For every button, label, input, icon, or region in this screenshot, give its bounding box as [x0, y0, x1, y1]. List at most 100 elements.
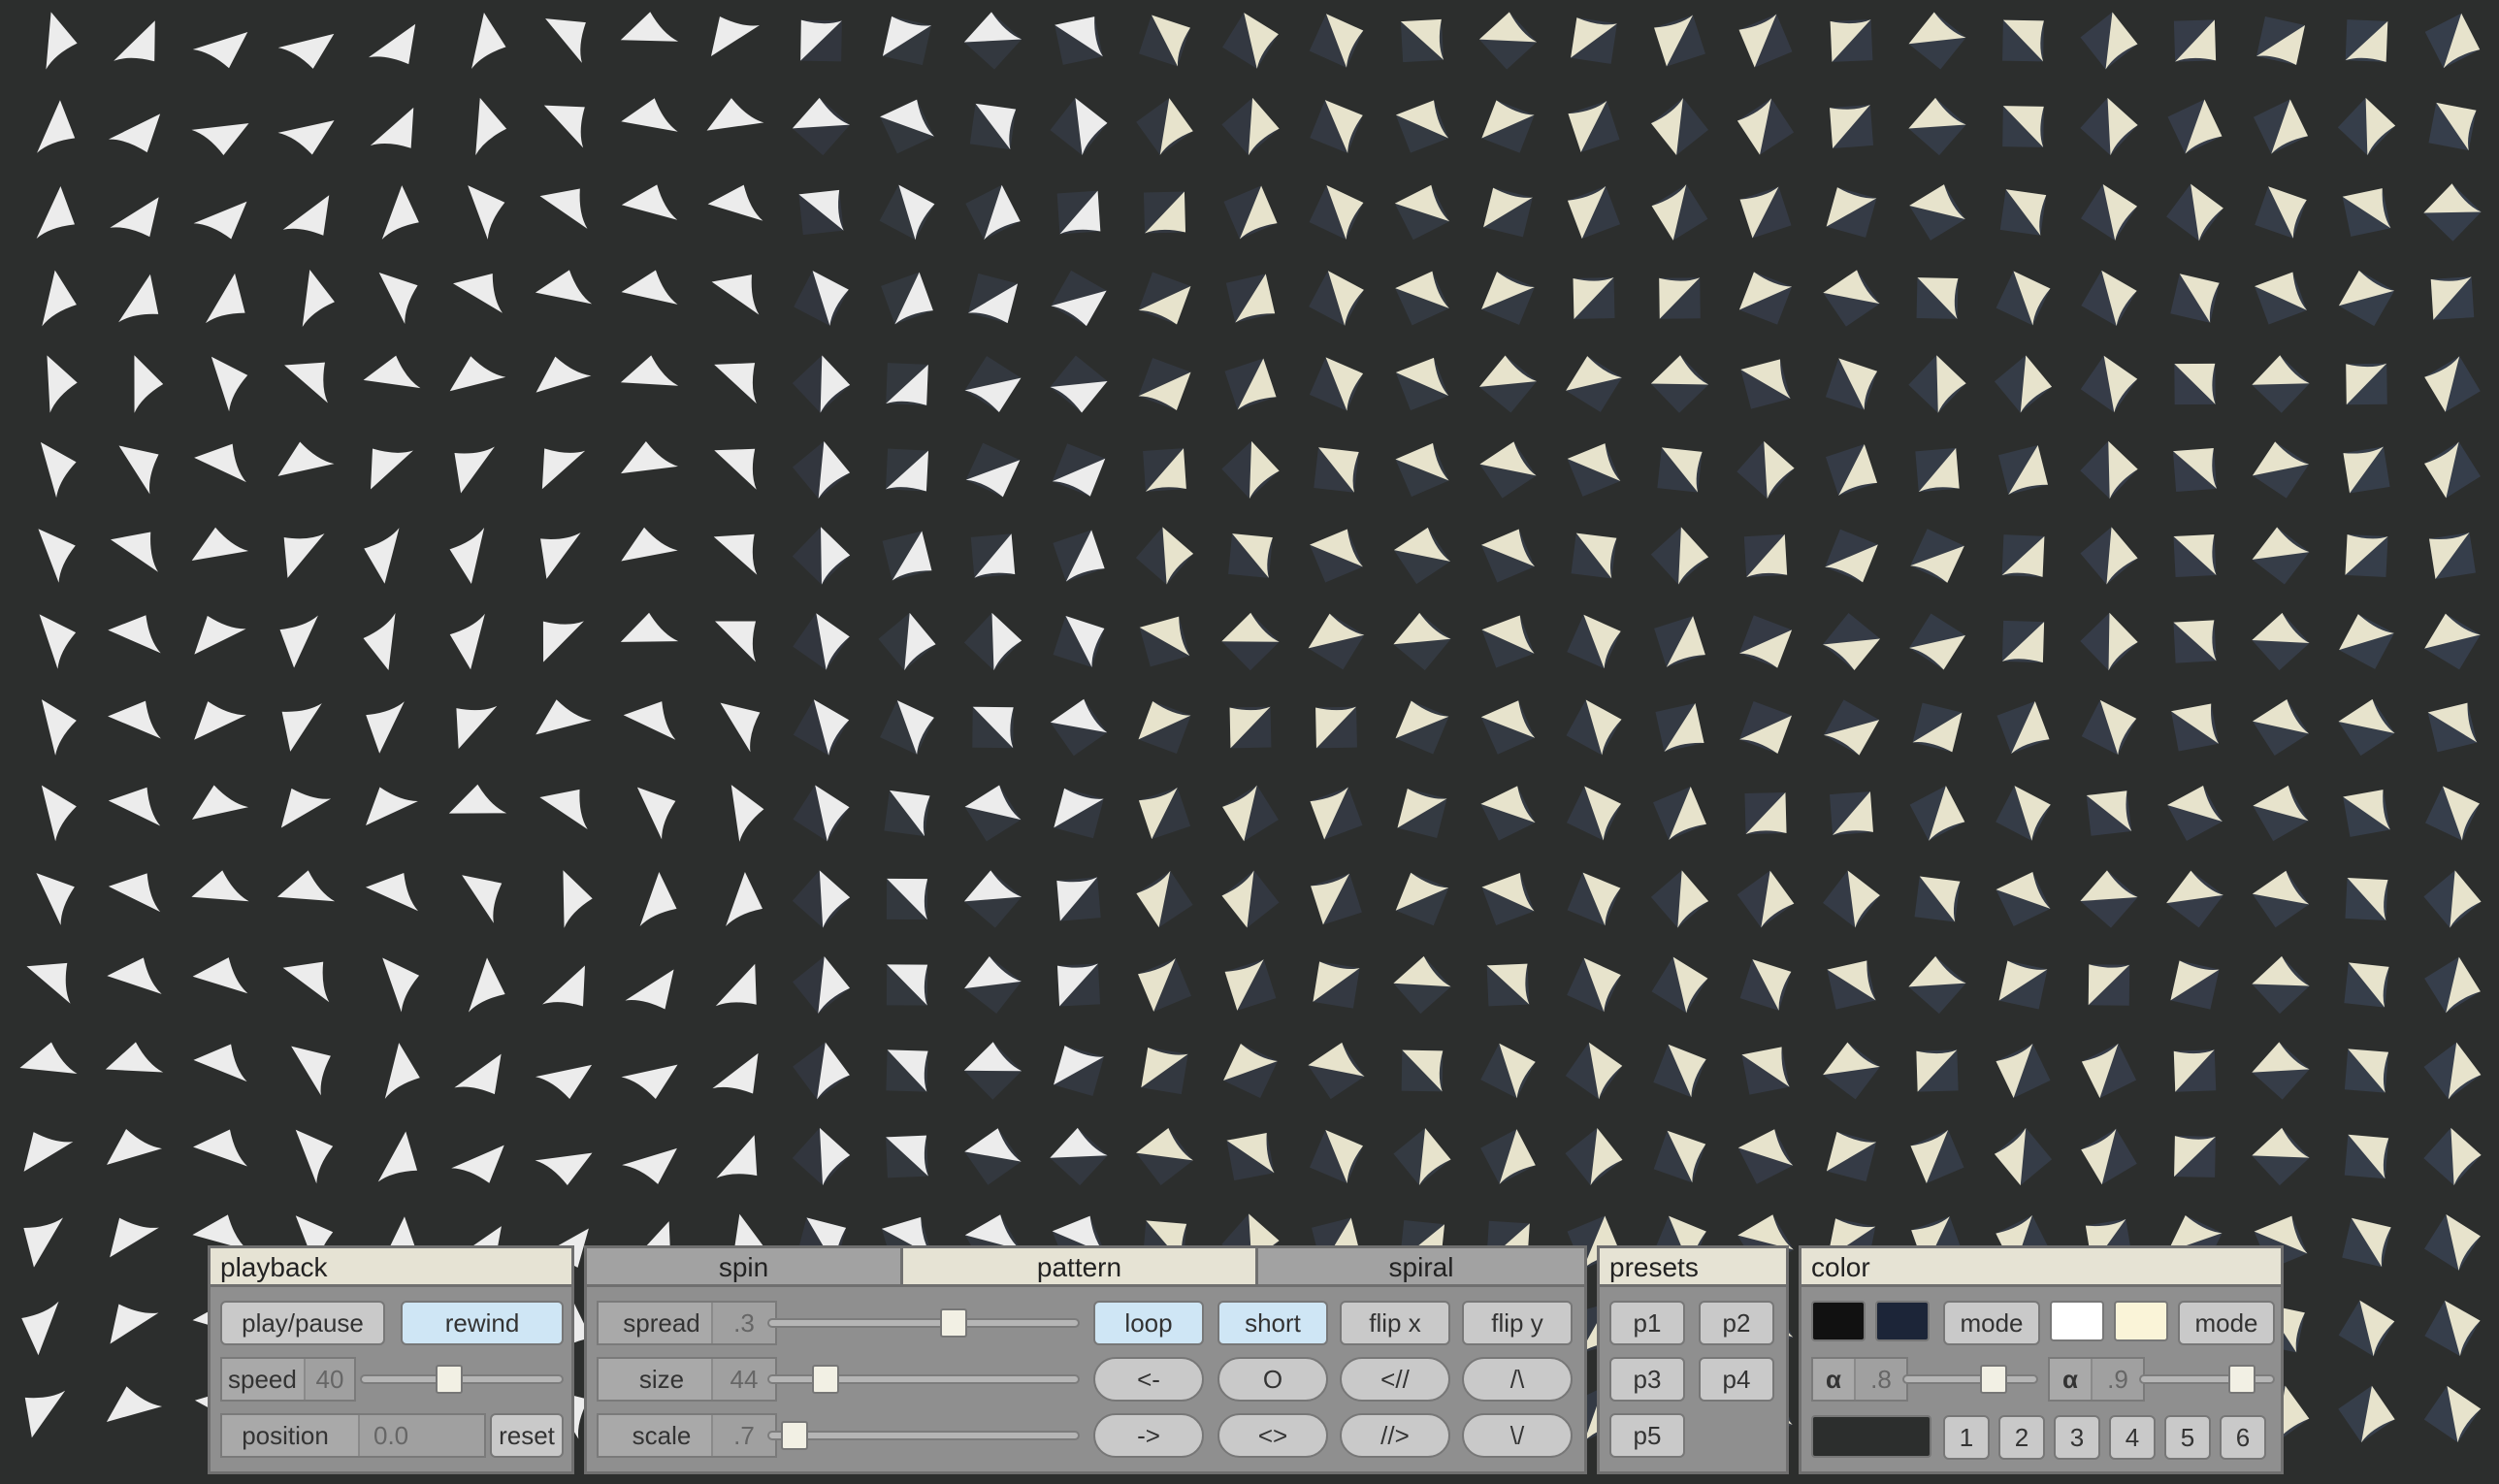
pattern-tile	[1909, 613, 1965, 670]
pattern-panel: spin pattern spiral spread .3 size 44 sc…	[584, 1245, 1587, 1474]
pattern-tile	[730, 785, 764, 842]
mode-button-1[interactable]: mode	[1943, 1301, 2040, 1345]
pattern-tile	[1740, 359, 1791, 409]
pattern-tile	[106, 1386, 163, 1422]
pattern-tile	[536, 699, 592, 735]
color-number-6[interactable]: 6	[2220, 1415, 2266, 1460]
alpha2-value[interactable]: .9	[2091, 1359, 2143, 1400]
tile-triangle	[192, 31, 248, 69]
play-pause-button[interactable]: play/pause	[220, 1301, 385, 1345]
color-number-3[interactable]: 3	[2054, 1415, 2100, 1460]
pattern-tile	[1738, 14, 1793, 68]
alpha1-slider[interactable]	[1902, 1365, 2038, 1394]
diagonal-right-button[interactable]: //>	[1340, 1413, 1450, 1458]
flip-y-button[interactable]: flip y	[1462, 1301, 1573, 1345]
tile-triangle	[730, 785, 764, 842]
pattern-tile	[282, 195, 330, 236]
alpha1-slider-thumb[interactable]	[1980, 1365, 2008, 1394]
scale-slider[interactable]	[767, 1421, 1080, 1450]
pattern-tile	[2424, 1300, 2481, 1357]
pattern-tile	[2423, 183, 2482, 242]
color-number-2[interactable]: 2	[1998, 1415, 2045, 1460]
diagonal-left-button[interactable]: <//	[1340, 1357, 1450, 1402]
spread-slider[interactable]	[767, 1308, 1080, 1338]
tile-triangle	[47, 355, 78, 413]
pattern-tile	[468, 185, 505, 240]
swatch-black[interactable]	[1811, 1301, 1866, 1341]
preset-p5-button[interactable]: p5	[1609, 1413, 1685, 1458]
pattern-tile	[622, 1147, 677, 1184]
rewind-button[interactable]: rewind	[401, 1301, 564, 1345]
pattern-tile	[2252, 1127, 2310, 1186]
down-button[interactable]: \/	[1462, 1413, 1573, 1458]
color-number-1[interactable]: 1	[1943, 1415, 1990, 1460]
pattern-tile	[792, 440, 851, 500]
tab-spiral[interactable]: spiral	[1258, 1248, 1584, 1287]
alpha2-slider-thumb[interactable]	[2227, 1365, 2256, 1394]
size-slider-thumb[interactable]	[812, 1365, 840, 1394]
background-swatch[interactable]	[1811, 1415, 1931, 1458]
position-label: position	[242, 1421, 329, 1450]
size-slider[interactable]	[767, 1365, 1080, 1394]
pattern-tile	[1481, 272, 1535, 325]
pattern-tile	[2173, 533, 2217, 578]
preset-p4-button[interactable]: p4	[1699, 1357, 1774, 1402]
pattern-tile	[284, 362, 328, 403]
pattern-tile	[793, 699, 850, 756]
speed-slider[interactable]	[360, 1365, 564, 1394]
both-directions-button[interactable]: <>	[1217, 1413, 1328, 1458]
tile-triangle	[622, 1147, 677, 1184]
short-toggle[interactable]: short	[1217, 1301, 1328, 1345]
speed-slider-thumb[interactable]	[436, 1365, 464, 1394]
alpha1-value[interactable]: .8	[1854, 1359, 1906, 1400]
loop-toggle[interactable]: loop	[1093, 1301, 1204, 1345]
pattern-tile	[620, 612, 679, 642]
circle-button[interactable]: O	[1217, 1357, 1328, 1402]
position-value[interactable]: 0.0	[358, 1415, 484, 1456]
pattern-tile	[1908, 955, 1966, 1015]
tile-triangle	[371, 448, 413, 490]
scale-value[interactable]: .7	[711, 1415, 775, 1456]
tile-triangle	[542, 621, 584, 662]
tile-triangle	[471, 13, 506, 69]
size-value[interactable]: 44	[711, 1359, 775, 1400]
pattern-tile	[969, 103, 1017, 150]
swatch-cream[interactable]	[2114, 1301, 2168, 1341]
swatch-white[interactable]	[2050, 1301, 2104, 1341]
tab-spin[interactable]: spin	[587, 1248, 903, 1287]
pattern-tile	[1053, 530, 1105, 582]
reset-button[interactable]: reset	[490, 1413, 564, 1458]
tile-triangle	[107, 1129, 162, 1165]
mode-button-2[interactable]: mode	[2178, 1301, 2275, 1345]
preset-p3-button[interactable]: p3	[1609, 1357, 1685, 1402]
pattern-tile	[366, 787, 418, 826]
up-button[interactable]: /\	[1462, 1357, 1573, 1402]
scale-slider-thumb[interactable]	[780, 1421, 808, 1450]
color-number-5[interactable]: 5	[2164, 1415, 2211, 1460]
preset-p1-button[interactable]: p1	[1609, 1301, 1685, 1345]
tile-triangle	[118, 445, 159, 495]
spread-value[interactable]: .3	[711, 1303, 775, 1343]
direction-left-button[interactable]: <-	[1093, 1357, 1204, 1402]
speed-value[interactable]: 40	[304, 1359, 354, 1400]
pattern-tile	[1395, 442, 1449, 498]
spread-slider-thumb[interactable]	[940, 1308, 968, 1338]
pattern-tile	[2252, 441, 2310, 499]
swatch-navy[interactable]	[1875, 1301, 1930, 1341]
pattern-tile	[886, 1135, 928, 1178]
tile-triangle	[283, 533, 325, 578]
pattern-tile	[1138, 958, 1191, 1012]
pattern-tile	[295, 1129, 334, 1184]
pattern-tile	[1568, 100, 1620, 153]
direction-right-button[interactable]: ->	[1093, 1413, 1204, 1458]
tile-triangle	[277, 120, 335, 155]
pattern-tile	[542, 965, 585, 1007]
preset-p2-button[interactable]: p2	[1699, 1301, 1774, 1345]
color-title: color	[1801, 1248, 2281, 1287]
color-number-4[interactable]: 4	[2109, 1415, 2156, 1460]
flip-x-button[interactable]: flip x	[1340, 1301, 1450, 1345]
alpha2-slider[interactable]	[2139, 1365, 2275, 1394]
tab-pattern[interactable]: pattern	[903, 1248, 1258, 1287]
tile-triangle	[37, 100, 76, 153]
pattern-tile	[2428, 102, 2477, 151]
